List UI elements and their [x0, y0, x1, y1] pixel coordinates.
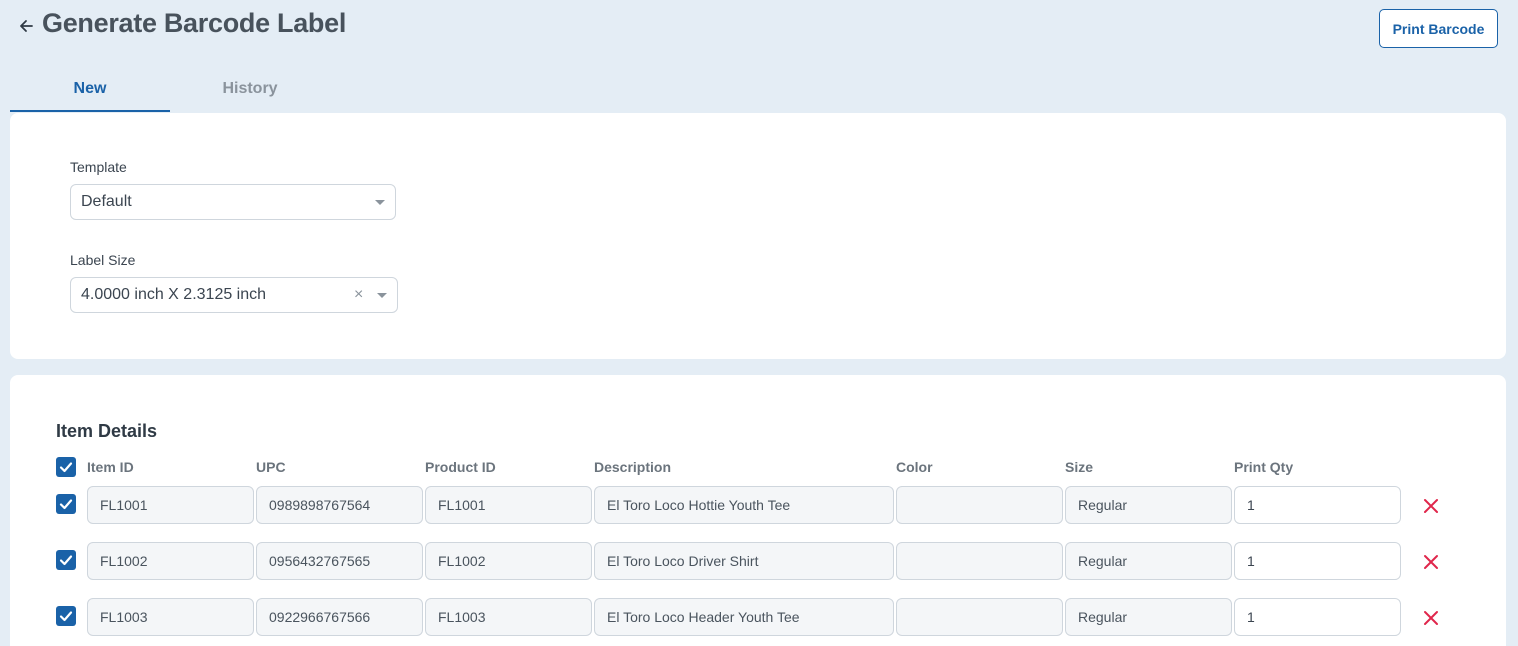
item-details-title: Item Details — [56, 421, 158, 441]
col-size: Size — [1065, 459, 1094, 475]
col-color: Color — [896, 459, 933, 475]
upc-field: 0922966767566 — [256, 598, 423, 636]
delete-row-icon[interactable] — [1422, 609, 1440, 627]
template-label: Template — [70, 159, 127, 175]
print-qty-input[interactable]: 1 — [1234, 542, 1401, 580]
chevron-down-icon — [377, 293, 387, 298]
template-select[interactable]: Default — [70, 184, 396, 220]
print-qty-input[interactable]: 1 — [1234, 598, 1401, 636]
col-print-qty: Print Qty — [1234, 459, 1294, 475]
delete-row-icon[interactable] — [1422, 497, 1440, 515]
tab-history[interactable]: History — [170, 68, 330, 112]
back-arrow-icon[interactable] — [16, 16, 36, 36]
description-field: El Toro Loco Header Youth Tee — [594, 598, 894, 636]
delete-row-icon[interactable] — [1422, 553, 1440, 571]
tab-bar: New History — [10, 68, 330, 112]
check-icon — [59, 499, 73, 510]
tab-new[interactable]: New — [10, 68, 170, 112]
item-id-field: FL1001 — [87, 486, 254, 524]
col-upc: UPC — [256, 459, 286, 475]
chevron-down-icon — [375, 200, 385, 205]
row-checkbox[interactable] — [56, 606, 76, 626]
print-qty-input[interactable]: 1 — [1234, 486, 1401, 524]
row-checkbox[interactable] — [56, 550, 76, 570]
label-size-select[interactable]: 4.0000 inch X 2.3125 inch × — [70, 277, 398, 313]
size-field: Regular — [1065, 542, 1232, 580]
item-id-field: FL1002 — [87, 542, 254, 580]
check-icon — [59, 462, 73, 473]
select-all-checkbox[interactable] — [56, 457, 76, 477]
label-size-label: Label Size — [70, 252, 136, 268]
description-field: El Toro Loco Driver Shirt — [594, 542, 894, 580]
product-id-field: FL1002 — [425, 542, 592, 580]
upc-field: 0989898767564 — [256, 486, 423, 524]
col-item-id: Item ID — [87, 459, 134, 475]
size-field: Regular — [1065, 486, 1232, 524]
page-title: Generate Barcode Label — [42, 8, 347, 38]
settings-card: Template Default Label Size 4.0000 inch … — [10, 113, 1506, 359]
label-size-value: 4.0000 inch X 2.3125 inch — [81, 286, 267, 303]
item-details-card: Item Details Item ID UPC Product ID Desc… — [10, 375, 1506, 646]
size-field: Regular — [1065, 598, 1232, 636]
color-field — [896, 598, 1063, 636]
row-checkbox[interactable] — [56, 494, 76, 514]
product-id-field: FL1001 — [425, 486, 592, 524]
description-field: El Toro Loco Hottie Youth Tee — [594, 486, 894, 524]
page-header: Generate Barcode Label Print Barcode — [0, 0, 1518, 60]
col-description: Description — [594, 459, 672, 475]
color-field — [896, 542, 1063, 580]
col-product-id: Product ID — [425, 459, 496, 475]
check-icon — [59, 555, 73, 566]
item-id-field: FL1003 — [87, 598, 254, 636]
product-id-field: FL1003 — [425, 598, 592, 636]
color-field — [896, 486, 1063, 524]
check-icon — [59, 611, 73, 622]
upc-field: 0956432767565 — [256, 542, 423, 580]
template-value: Default — [81, 193, 132, 210]
clear-icon[interactable]: × — [354, 278, 363, 312]
print-barcode-button[interactable]: Print Barcode — [1379, 9, 1498, 48]
